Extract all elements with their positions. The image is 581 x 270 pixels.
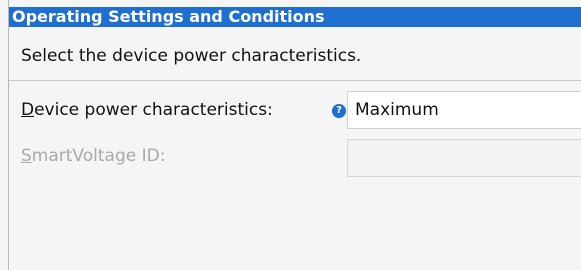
device-power-label: Device power characteristics: <box>21 100 273 120</box>
divider <box>9 80 581 81</box>
help-icon[interactable]: ? <box>332 104 346 118</box>
device-power-label-text: evice power characteristics: <box>34 100 273 120</box>
device-power-select[interactable]: Maximum <box>347 91 581 129</box>
smartvoltage-id-label-text: martVoltage ID: <box>31 146 166 166</box>
panel-description: Select the device power characteristics. <box>21 46 362 66</box>
smartvoltage-id-field <box>347 139 581 177</box>
smartvoltage-id-label-mnemonic: S <box>21 146 32 166</box>
operating-settings-panel: Operating Settings and Conditions Select… <box>8 0 581 270</box>
smartvoltage-id-label: SmartVoltage ID: <box>21 146 165 166</box>
device-power-value: Maximum <box>355 100 439 120</box>
device-power-label-mnemonic: D <box>21 100 35 120</box>
panel-title: Operating Settings and Conditions <box>9 7 581 27</box>
